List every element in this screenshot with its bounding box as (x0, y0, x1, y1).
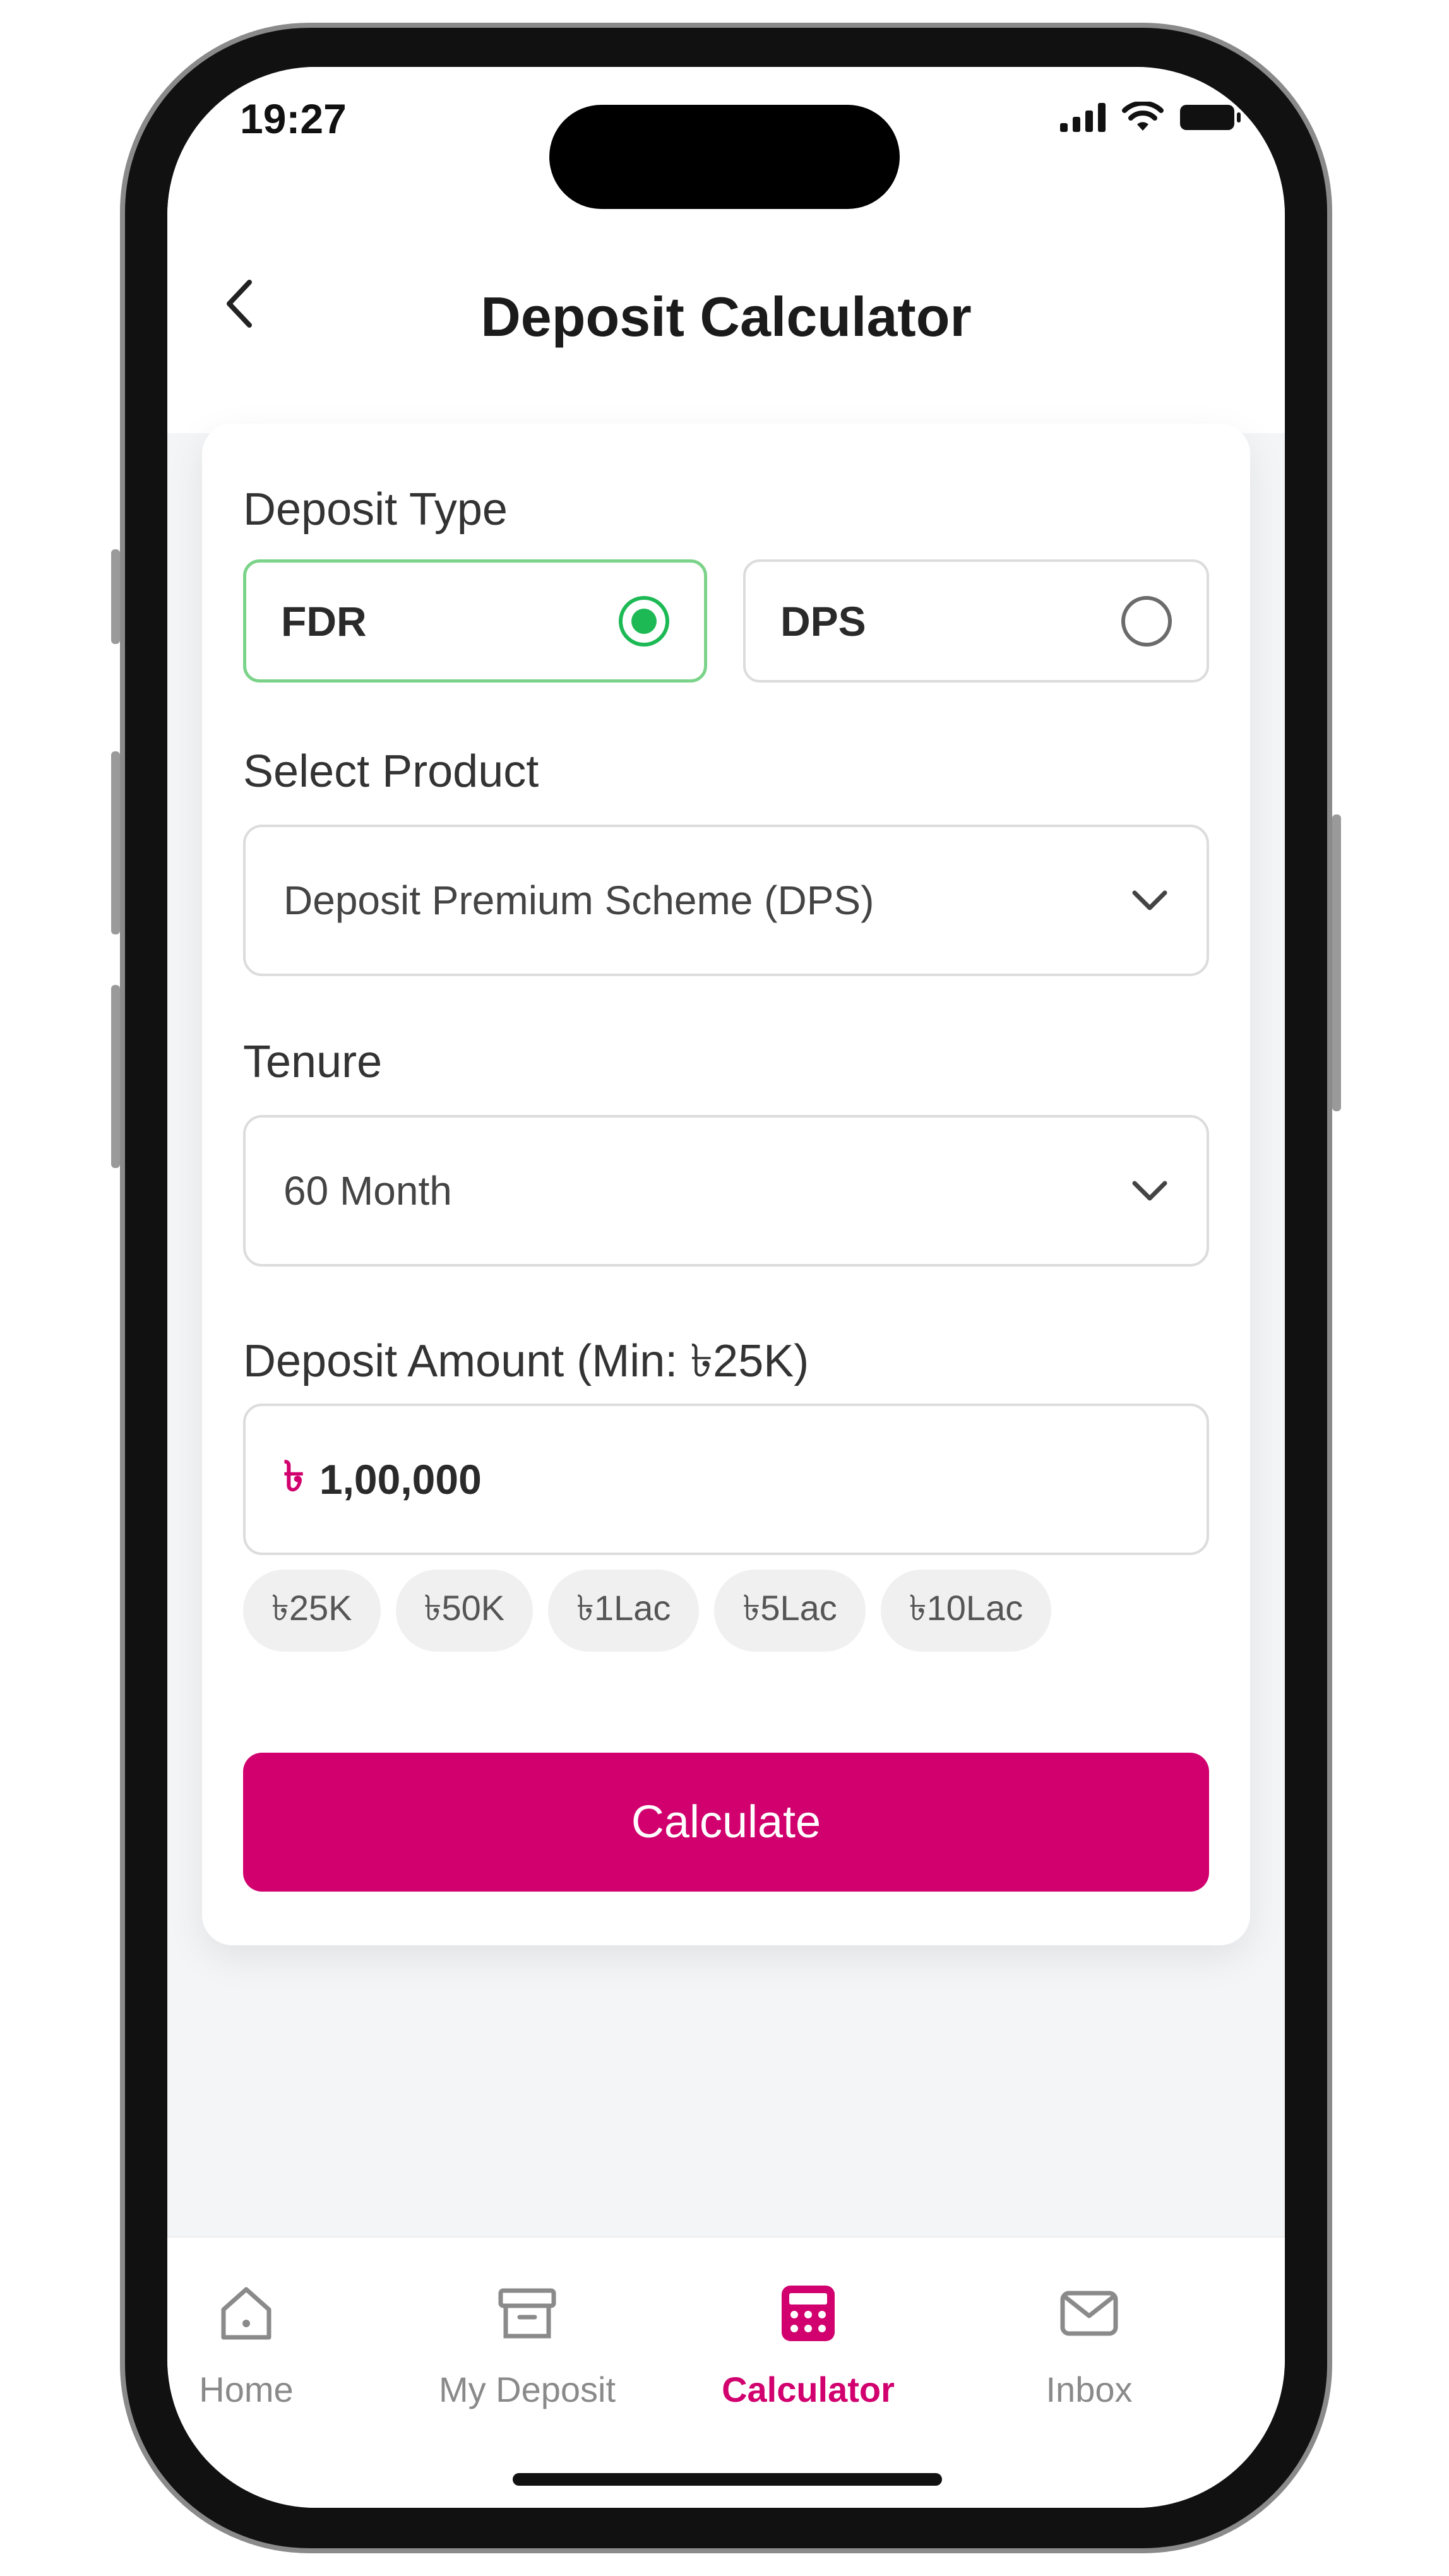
tab-home[interactable]: Home (167, 2275, 373, 2410)
tab-my-deposit-label: My Deposit (438, 2370, 616, 2409)
home-icon (208, 2275, 284, 2351)
calculator-card: Deposit Type FDR DPS Select Product Depo… (202, 424, 1250, 1945)
volume-up-button (111, 751, 120, 934)
select-product-label: Select Product (243, 746, 539, 797)
volume-down-button (111, 985, 120, 1168)
calculate-button[interactable]: Calculate (243, 1753, 1209, 1892)
header: Deposit Calculator (167, 225, 1285, 433)
tab-inbox-label: Inbox (1046, 2370, 1133, 2409)
chip-5lac[interactable]: ৳5Lac (714, 1570, 866, 1652)
calculator-icon (770, 2275, 846, 2351)
tab-my-deposit[interactable]: My Deposit (401, 2275, 653, 2410)
currency-symbol: ৳ (283, 1453, 304, 1500)
option-dps-label: DPS (780, 597, 866, 645)
radio-selected-icon (619, 595, 669, 647)
dynamic-island (549, 105, 900, 209)
deposit-amount-input[interactable]: ৳ 1,00,000 (243, 1404, 1209, 1555)
signal-icon (1060, 103, 1106, 132)
chip-50k[interactable]: ৳50K (395, 1570, 534, 1652)
option-dps[interactable]: DPS (743, 559, 1209, 683)
mail-icon (1051, 2275, 1127, 2351)
archive-icon (489, 2275, 565, 2351)
chevron-down-icon (1132, 1181, 1167, 1201)
option-fdr-label: FDR (281, 597, 367, 645)
screen: 19:27 Deposit Calculator Deposit Type FD… (167, 67, 1285, 2508)
deposit-amount-value: 1,00,000 (319, 1456, 482, 1503)
chip-10lac[interactable]: ৳10Lac (880, 1570, 1052, 1652)
option-fdr[interactable]: FDR (243, 559, 707, 683)
chevron-down-icon (1132, 890, 1167, 910)
status-icons (1060, 102, 1241, 133)
radio-unselected-icon (1121, 595, 1172, 647)
tenure-select[interactable]: 60 Month (243, 1115, 1209, 1267)
home-indicator[interactable] (513, 2473, 942, 2486)
deposit-type-label: Deposit Type (243, 484, 508, 535)
wifi-icon (1122, 102, 1164, 131)
status-bar: 19:27 (167, 67, 1285, 225)
action-button (111, 549, 120, 644)
chip-25k[interactable]: ৳25K (243, 1570, 381, 1652)
amount-chips: ৳25K ৳50K ৳1Lac ৳5Lac ৳10Lac (243, 1570, 1052, 1652)
deposit-amount-label: Deposit Amount (Min: ৳25K) (243, 1336, 809, 1386)
chip-1lac[interactable]: ৳1Lac (548, 1570, 700, 1652)
status-time: 19:27 (240, 95, 347, 142)
bottom-tab-bar: Home My Deposit Calculator Inbox (167, 2236, 1285, 2508)
tab-calculator[interactable]: Calculator (682, 2275, 934, 2410)
tab-calculator-label: Calculator (722, 2370, 895, 2409)
tenure-label: Tenure (243, 1037, 383, 1087)
power-button (1332, 814, 1341, 1111)
product-select[interactable]: Deposit Premium Scheme (DPS) (243, 825, 1209, 976)
tab-inbox[interactable]: Inbox (963, 2275, 1215, 2410)
tenure-select-value: 60 Month (283, 1168, 452, 1213)
battery-icon (1180, 105, 1241, 130)
tab-home-label: Home (199, 2370, 294, 2409)
page-title: Deposit Calculator (480, 285, 972, 348)
product-select-value: Deposit Premium Scheme (DPS) (283, 878, 874, 923)
